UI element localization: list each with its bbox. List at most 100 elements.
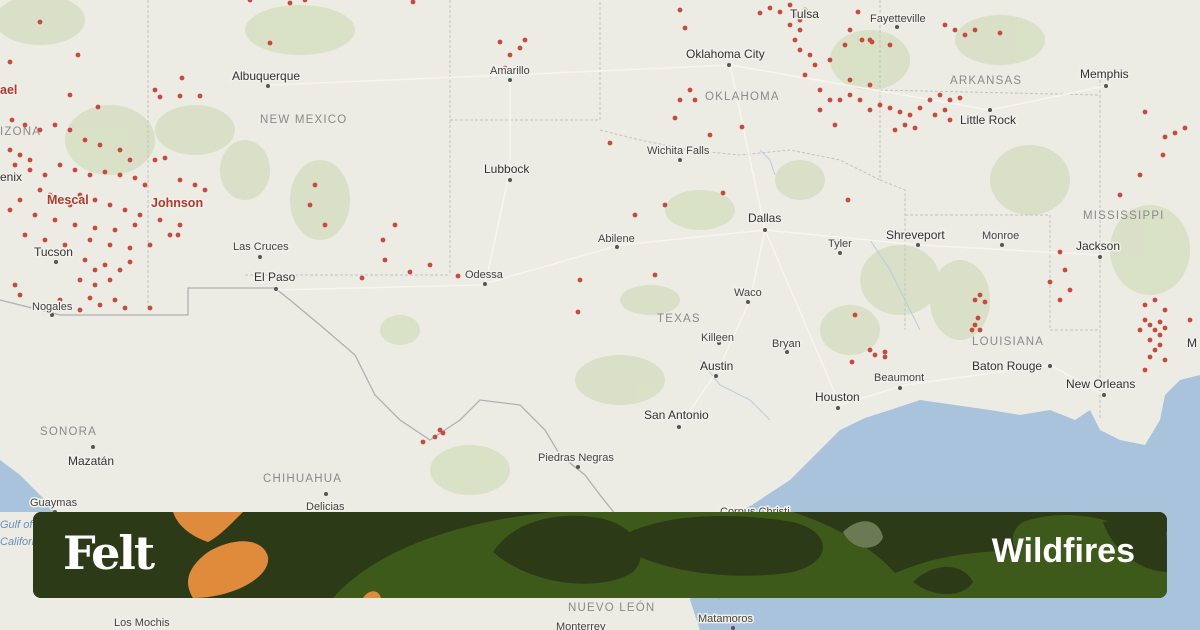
fire-point[interactable] (849, 359, 855, 365)
fire-point[interactable] (72, 167, 78, 173)
fire-point[interactable] (380, 237, 386, 243)
fire-point[interactable] (982, 299, 988, 305)
fire-point[interactable] (1137, 172, 1143, 178)
fire-point[interactable] (37, 19, 43, 25)
fire-point[interactable] (977, 292, 983, 298)
fire-point[interactable] (1057, 297, 1063, 303)
fire-point[interactable] (957, 95, 963, 101)
fire-point[interactable] (167, 232, 173, 238)
fire-point[interactable] (192, 182, 198, 188)
fire-point[interactable] (577, 277, 583, 283)
fire-point[interactable] (307, 202, 313, 208)
fire-point[interactable] (1117, 192, 1123, 198)
fire-point[interactable] (739, 124, 745, 130)
fire-point[interactable] (897, 109, 903, 115)
fire-point[interactable] (1147, 354, 1153, 360)
fire-point[interactable] (152, 157, 158, 163)
fire-point[interactable] (937, 92, 943, 98)
fire-point[interactable] (972, 322, 978, 328)
fire-point[interactable] (517, 45, 523, 51)
fire-point[interactable] (107, 242, 113, 248)
fire-point[interactable] (122, 207, 128, 213)
fire-point[interactable] (827, 57, 833, 63)
fire-point[interactable] (12, 282, 18, 288)
fire-point[interactable] (662, 202, 668, 208)
fire-point[interactable] (157, 217, 163, 223)
fire-point[interactable] (1142, 302, 1148, 308)
fire-point[interactable] (817, 107, 823, 113)
fire-point[interactable] (1057, 249, 1063, 255)
fire-point[interactable] (887, 42, 893, 48)
fire-point[interactable] (652, 272, 658, 278)
fire-point[interactable] (42, 237, 48, 243)
fire-point[interactable] (37, 187, 43, 193)
fire-point[interactable] (1162, 307, 1168, 313)
fire-point[interactable] (1187, 317, 1193, 323)
fire-point[interactable] (1152, 347, 1158, 353)
fire-point[interactable] (32, 212, 38, 218)
fire-point[interactable] (677, 7, 683, 13)
fire-point[interactable] (1142, 367, 1148, 373)
fire-point[interactable] (917, 105, 923, 111)
fire-point[interactable] (882, 349, 888, 355)
fire-point[interactable] (969, 327, 975, 333)
fire-point[interactable] (797, 27, 803, 33)
fire-point[interactable] (942, 22, 948, 28)
fire-point[interactable] (287, 0, 293, 6)
fire-point[interactable] (27, 157, 33, 163)
fire-point[interactable] (947, 97, 953, 103)
fire-point[interactable] (607, 140, 613, 146)
fire-point[interactable] (312, 182, 318, 188)
fire-point[interactable] (1137, 327, 1143, 333)
fire-point[interactable] (777, 9, 783, 15)
fire-point[interactable] (197, 93, 203, 99)
fire-point[interactable] (87, 295, 93, 301)
fire-point[interactable] (792, 37, 798, 43)
fire-point[interactable] (927, 97, 933, 103)
fire-point[interactable] (867, 107, 873, 113)
fire-point[interactable] (857, 97, 863, 103)
fire-point[interactable] (902, 122, 908, 128)
fire-point[interactable] (42, 172, 48, 178)
fire-point[interactable] (202, 187, 208, 193)
fire-point[interactable] (1157, 342, 1163, 348)
fire-point[interactable] (575, 309, 581, 315)
fire-point[interactable] (107, 277, 113, 283)
fire-point[interactable] (1160, 152, 1166, 158)
fire-point[interactable] (887, 105, 893, 111)
fire-point[interactable] (807, 52, 813, 58)
fire-point[interactable] (952, 27, 958, 33)
fire-point[interactable] (82, 257, 88, 263)
fire-point[interactable] (1162, 357, 1168, 363)
fire-point[interactable] (162, 155, 168, 161)
fire-point[interactable] (1162, 134, 1168, 140)
fire-point[interactable] (787, 22, 793, 28)
fire-point[interactable] (972, 297, 978, 303)
fire-point[interactable] (1062, 267, 1068, 273)
fire-point[interactable] (97, 302, 103, 308)
fire-point[interactable] (1047, 279, 1053, 285)
fire-point[interactable] (947, 117, 953, 123)
fire-point[interactable] (112, 297, 118, 303)
fire-point[interactable] (122, 305, 128, 311)
fire-point[interactable] (322, 222, 328, 228)
fire-point[interactable] (179, 75, 185, 81)
fire-point[interactable] (767, 5, 773, 11)
fire-point[interactable] (95, 104, 101, 110)
fire-point[interactable] (677, 97, 683, 103)
fire-point[interactable] (812, 62, 818, 68)
fire-point[interactable] (882, 354, 888, 360)
fire-point[interactable] (52, 122, 58, 128)
fire-point[interactable] (112, 227, 118, 233)
fire-point[interactable] (522, 37, 528, 43)
fire-point[interactable] (720, 190, 726, 196)
fire-point[interactable] (817, 87, 823, 93)
fire-point[interactable] (67, 92, 73, 98)
fire-point[interactable] (672, 115, 678, 121)
fire-point[interactable] (92, 282, 98, 288)
fire-point[interactable] (22, 232, 28, 238)
fire-point[interactable] (52, 217, 58, 223)
fire-point[interactable] (847, 27, 853, 33)
fire-point[interactable] (27, 167, 33, 173)
fire-point[interactable] (1157, 332, 1163, 338)
